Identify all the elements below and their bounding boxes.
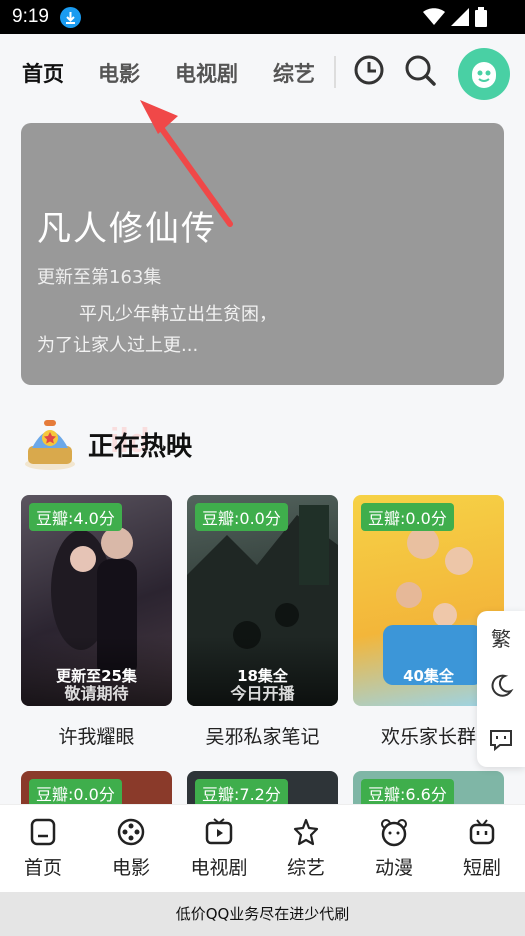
traditional-chinese-toggle[interactable]: 繁 [477, 623, 525, 652]
ad-banner[interactable]: 低价QQ业务尽在进少代刷 [0, 892, 525, 936]
battery-icon [475, 7, 487, 27]
douban-score-badge: 豆瓣:6.6分 [361, 779, 454, 804]
douban-score-badge: 豆瓣:7.2分 [195, 779, 288, 804]
bottom-nav: 首页 电影 电视剧 综艺 动漫 短剧 [0, 804, 525, 892]
signal-icon [451, 8, 469, 26]
douban-score-badge: 豆瓣:0.0分 [195, 503, 288, 531]
douban-score-badge: 豆瓣:0.0分 [29, 779, 122, 804]
bottom-nav-label: 首页 [23, 857, 62, 879]
search-icon[interactable] [403, 53, 437, 87]
bear-face-icon [381, 819, 407, 847]
poster-card[interactable]: 豆瓣:4.0分 更新至25集 敬请期待 [21, 495, 172, 706]
system-icons [423, 7, 487, 27]
poster-caption: 敬请期待 [64, 684, 129, 703]
download-icon [60, 7, 81, 28]
poster-card[interactable]: 豆瓣:0.0分 18集全 今日开播 [187, 495, 338, 706]
tab-label: 首页 [22, 62, 64, 86]
nav-divider [334, 56, 336, 88]
mascot-icon [25, 420, 75, 470]
poster-title[interactable]: 吴邪私家笔记 [187, 722, 338, 749]
poster-caption: 今日开播 [230, 684, 295, 703]
floating-side-panel: 繁 [477, 611, 525, 767]
bottom-nav-label: 动漫 [374, 857, 413, 879]
tv-play-icon [205, 818, 233, 845]
douban-score-badge: 豆瓣:0.0分 [361, 503, 454, 531]
bottom-nav-anime[interactable]: 动漫 [354, 817, 434, 880]
top-nav: 首页 电影 电视剧 综艺 [0, 34, 525, 104]
annotation-arrow [140, 100, 233, 227]
bottom-nav-movies[interactable]: 电影 [91, 817, 171, 880]
bottom-nav-label: 短剧 [462, 857, 501, 879]
tv-robot-icon [469, 819, 495, 845]
bottom-nav-tv-series[interactable]: 电视剧 [179, 817, 259, 880]
bottom-nav-label: 电影 [111, 857, 150, 879]
featured-banner[interactable]: 凡人修仙传 更新至第163集 平凡少年韩立出生贫困，为了让家人过上更... [21, 123, 504, 385]
section-header: ild 正在热映 [22, 416, 322, 472]
dark-mode-moon-icon[interactable] [477, 673, 525, 704]
film-reel-icon [117, 818, 145, 846]
status-time: 9:19 [12, 6, 49, 27]
avatar[interactable] [458, 48, 510, 100]
bottom-nav-label: 综艺 [286, 857, 325, 879]
tab-tv-series[interactable]: 电视剧 [175, 58, 238, 88]
bottom-nav-variety[interactable]: 综艺 [266, 817, 346, 880]
poster-card[interactable]: 豆瓣:0.0分 [21, 771, 172, 804]
star-icon [293, 818, 319, 846]
feedback-icon[interactable] [477, 727, 525, 758]
bottom-nav-home[interactable]: 首页 [3, 817, 83, 880]
bottom-nav-short-drama[interactable]: 短剧 [442, 817, 522, 880]
douban-score-badge: 豆瓣:4.0分 [29, 503, 122, 531]
tab-home[interactable]: 首页 [20, 58, 66, 92]
tab-variety[interactable]: 综艺 [273, 58, 315, 88]
home-icon [30, 818, 56, 846]
tab-label: 电影 [98, 62, 140, 86]
banner-subtitle: 更新至第163集 [37, 267, 162, 288]
tab-movies[interactable]: 电影 [98, 58, 140, 88]
banner-description: 平凡少年韩立出生贫困，为了让家人过上更... [37, 304, 277, 356]
history-clock-icon[interactable] [352, 53, 386, 87]
poster-title[interactable]: 许我耀眼 [21, 722, 172, 749]
bottom-nav-label: 电视剧 [190, 857, 248, 879]
tab-label: 电视剧 [175, 62, 238, 86]
poster-card[interactable]: 豆瓣:6.6分 [353, 771, 504, 804]
wifi-icon [423, 8, 445, 25]
status-bar: 9:19 [0, 0, 525, 34]
poster-card[interactable]: 豆瓣:7.2分 [187, 771, 338, 804]
tab-label: 综艺 [273, 62, 315, 86]
section-title: 正在热映 [88, 432, 193, 462]
